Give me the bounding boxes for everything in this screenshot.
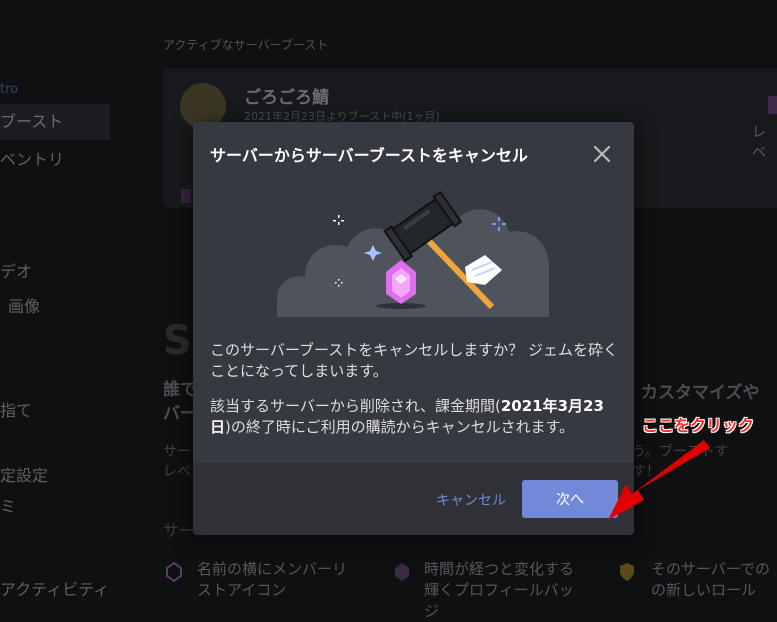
arrow-icon <box>608 440 710 520</box>
modal-body: このサーバーブーストをキャンセルしますか？ ジェムを砕くことになってしまいます。… <box>210 340 620 452</box>
sidebar-item-boost[interactable]: ブースト <box>0 104 110 140</box>
close-icon[interactable] <box>590 142 614 166</box>
card-gem-icon <box>181 189 191 203</box>
sidebar: tro ブースト ベントリ デオ 画像 指て 定設定 ミ アクティビティ <box>0 0 112 616</box>
perk-member-icon: 名前の横にメンバーリ ストアイコン <box>197 560 348 599</box>
bg-subheading: サー <box>163 521 196 540</box>
sidebar-item-video[interactable]: デオ <box>0 258 32 282</box>
shield-icon <box>620 563 634 581</box>
sidebar-item-inventory[interactable]: ベントリ <box>0 146 64 170</box>
level-text: レベ <box>752 125 766 161</box>
gem-icon <box>395 563 409 581</box>
sidebar-item-misc[interactable]: ミ <box>0 493 16 517</box>
level-badge-icon <box>768 96 777 114</box>
click-here-callout: ここをクリック <box>642 416 755 435</box>
server-name: ごろごろ鯖 <box>244 88 329 108</box>
cancel-button[interactable]: キャンセル <box>429 481 513 519</box>
sidebar-item-nitro[interactable]: tro <box>0 82 18 97</box>
sidebar-item-notify[interactable]: 指て <box>0 397 32 421</box>
modal-footer: キャンセル 次へ <box>193 463 634 535</box>
sidebar-item-image[interactable]: 画像 <box>8 293 40 317</box>
sidebar-item-activity[interactable]: アクティビティ <box>0 576 109 600</box>
bg-text-left: サー レベ <box>163 444 191 480</box>
bg-heading-right: カスタマイズや <box>641 383 760 403</box>
hammer-gem-illustration <box>277 190 549 317</box>
perk-new-role: そのサーバーでの の新しいロール <box>651 560 770 599</box>
modal-billing-note: 該当するサーバーから削除され、課金期間(2021年3月23日)の終了時にご利用の… <box>210 397 604 436</box>
cancel-boost-modal: サーバーからサーバーブーストをキャンセル このサーバーブーストをキャンセルします… <box>193 122 634 535</box>
section-title: アクティブなサーバーブースト <box>163 38 329 52</box>
gem-icon <box>166 562 182 582</box>
sidebar-item-settings[interactable]: 定設定 <box>0 462 48 486</box>
bg-heading-left: 誰で バー <box>163 380 197 424</box>
modal-message: このサーバーブーストをキャンセルしますか？ ジェムを砕くことになってしまいます。 <box>210 341 618 380</box>
sparkle-icon <box>333 215 344 225</box>
perk-profile-badge: 時間が経つと変化する 輝くプロフィールバッ ジ <box>424 560 575 620</box>
modal-title: サーバーからサーバーブーストをキャンセル <box>210 146 528 165</box>
